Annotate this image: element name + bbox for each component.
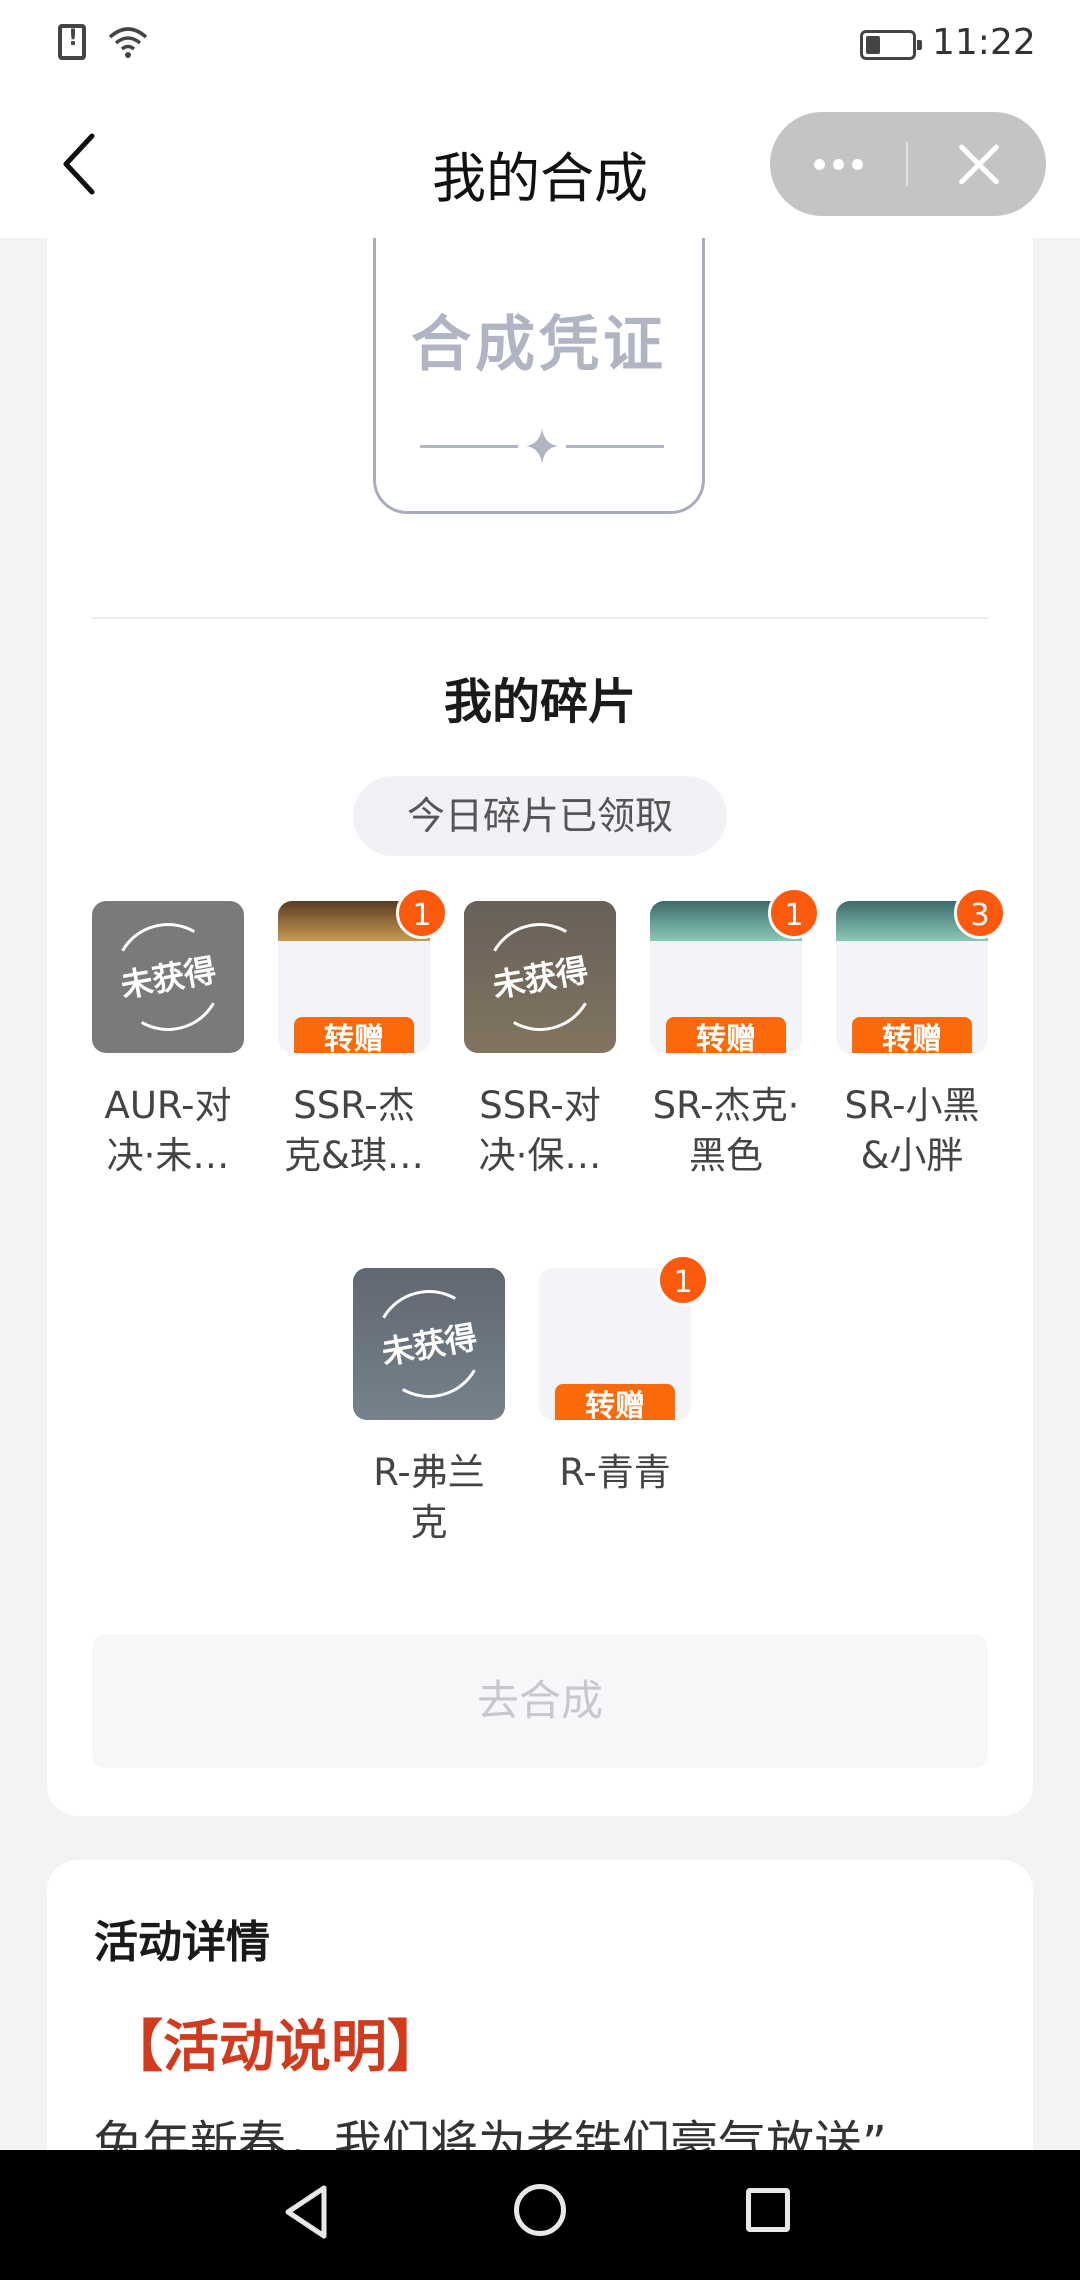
fragment-name: SSR-杰 克&琪… — [284, 1084, 424, 1177]
more-icon[interactable] — [770, 112, 906, 216]
synthesis-voucher: 合成凭证 — [373, 238, 705, 514]
gift-button[interactable]: 转赠 — [555, 1384, 675, 1420]
fragment-name: R-弗兰 克 — [373, 1451, 485, 1544]
fragment-item[interactable]: 转赠 1 R-青青 — [539, 1254, 709, 1498]
fragment-name: AUR-对 决·未… — [104, 1084, 232, 1177]
fragment-item[interactable]: 转赠 1 SSR-杰 克&琪… — [278, 887, 448, 1181]
close-icon[interactable] — [908, 112, 1044, 216]
nav-home-icon[interactable] — [514, 2184, 566, 2236]
sim-alert-icon — [58, 24, 86, 60]
count-badge: 3 — [954, 887, 1006, 939]
voucher-line-right — [566, 445, 664, 448]
daily-status-pill: 今日碎片已领取 — [353, 776, 727, 856]
count-badge: 1 — [657, 1254, 709, 1306]
count-badge: 1 — [768, 887, 820, 939]
details-subtitle: 【活动说明】 — [107, 2015, 443, 2080]
wifi-icon — [108, 27, 148, 58]
fragments-title: 我的碎片 — [443, 674, 636, 730]
synthesis-card: 合成凭证 我的碎片 今日碎片已领取 未获得 AUR-对 决·未… 转赠 1 SS… — [47, 238, 1033, 1816]
fragment-name: SR-杰克· 黑色 — [652, 1084, 800, 1177]
fragment-item[interactable]: 转赠 1 SR-杰克· 黑色 — [650, 887, 820, 1181]
synthesize-button[interactable]: 去合成 — [92, 1634, 988, 1768]
nav-back-icon[interactable] — [278, 2182, 338, 2242]
divider — [92, 617, 988, 619]
battery-icon — [860, 30, 922, 60]
fragment-image: 未获得 — [353, 1268, 505, 1420]
gift-button[interactable]: 转赠 — [666, 1017, 786, 1053]
fragment-item[interactable]: 未获得 R-弗兰 克 — [353, 1268, 505, 1548]
fragment-name: SSR-对 决·保… — [478, 1084, 602, 1177]
system-nav-bar — [0, 2150, 1080, 2280]
fragment-item[interactable]: 未获得 SSR-对 决·保… — [464, 901, 616, 1181]
gift-button[interactable]: 转赠 — [852, 1017, 972, 1053]
count-badge: 1 — [396, 887, 448, 939]
voucher-text: 合成凭证 — [411, 310, 667, 380]
fragment-image: 未获得 — [464, 901, 616, 1053]
gift-button[interactable]: 转赠 — [294, 1017, 414, 1053]
nav-header: 我的合成 — [0, 90, 1080, 238]
fragment-name: SR-小黑 &小胖 — [844, 1084, 980, 1177]
mini-program-capsule — [770, 112, 1046, 216]
details-title: 活动详情 — [94, 1917, 270, 1968]
sparkle-icon — [526, 428, 558, 464]
status-time: 11:22 — [932, 22, 1036, 63]
fragment-image: 未获得 — [92, 901, 244, 1053]
fragment-item[interactable]: 未获得 AUR-对 决·未… — [92, 901, 244, 1181]
nav-recents-icon[interactable] — [746, 2188, 790, 2232]
fragment-name: R-青青 — [559, 1451, 671, 1494]
fragment-item[interactable]: 转赠 3 SR-小黑 &小胖 — [836, 887, 1006, 1181]
status-bar: 11:22 — [0, 0, 1080, 90]
voucher-line-left — [420, 445, 518, 448]
